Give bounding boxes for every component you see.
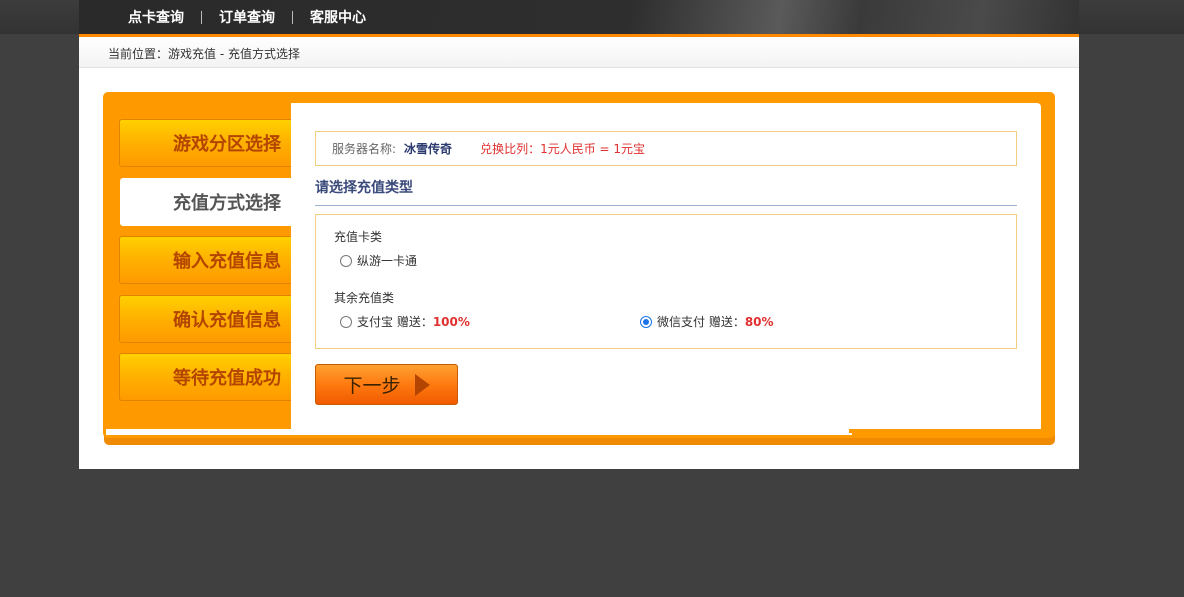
radio-button-checked[interactable] xyxy=(640,315,652,328)
bonus-value: 100% xyxy=(432,314,470,329)
step-tab-enter-info[interactable]: 输入充值信息 xyxy=(119,236,291,284)
step-tab-select-method[interactable]: 充值方式选择 xyxy=(120,178,291,226)
play-arrow-icon xyxy=(414,373,430,396)
nav-card-query[interactable]: 点卡查询 xyxy=(128,7,184,27)
option-label: 纵游一卡通 xyxy=(357,254,418,268)
next-step-button[interactable]: 下一步 xyxy=(315,364,458,405)
recharge-form: 服务器名称: 冰雪传奇 兑换比列：1元人民币 = 1元宝 请选择充值类型 充值卡… xyxy=(291,103,1041,433)
option-zongyou-card[interactable]: 纵游一卡通 xyxy=(340,252,417,269)
panel-bottom-right-strip xyxy=(849,429,1041,433)
breadcrumb-bar: 当前位置：游戏充值 - 充值方式选择 xyxy=(79,37,1079,68)
next-step-label: 下一步 xyxy=(343,375,401,397)
server-name: 冰雪传奇 xyxy=(404,142,453,156)
nav-divider xyxy=(201,10,202,24)
exchange-rate: 兑换比列：1元人民币 = 1元宝 xyxy=(480,142,646,156)
main-page: 当前位置：游戏充值 - 充值方式选择 游戏分区选择 充值方式选择 输入充值信息 … xyxy=(79,37,1079,469)
server-info-box: 服务器名称: 冰雪传奇 兑换比列：1元人民币 = 1元宝 xyxy=(315,131,1017,166)
step-tab-select-zone[interactable]: 游戏分区选择 xyxy=(119,119,291,167)
top-bar: 点卡查询 订单查询 客服中心 xyxy=(0,0,1184,34)
other-group-label: 其余充值类 xyxy=(334,291,395,305)
step-tab-confirm-info[interactable]: 确认充值信息 xyxy=(119,295,291,343)
top-nav: 点卡查询 订单查询 客服中心 xyxy=(128,0,366,34)
section-title: 请选择充值类型 xyxy=(315,177,1017,206)
option-wechat-pay[interactable]: 微信支付 赠送： 80% xyxy=(640,313,774,330)
option-alipay[interactable]: 支付宝 赠送： 100% xyxy=(340,313,470,330)
step-tab-wait-success[interactable]: 等待充值成功 xyxy=(119,353,291,401)
nav-customer-service[interactable]: 客服中心 xyxy=(310,7,366,27)
nav-order-query[interactable]: 订单查询 xyxy=(219,7,275,27)
radio-button[interactable] xyxy=(340,315,352,328)
card-group-label: 充值卡类 xyxy=(334,230,383,244)
radio-button[interactable] xyxy=(340,254,352,267)
option-label: 支付宝 赠送： xyxy=(357,315,433,329)
server-label: 服务器名称: xyxy=(332,142,397,156)
nav-divider xyxy=(292,10,293,24)
recharge-type-options: 充值卡类 纵游一卡通 其余充值类 支付宝 赠送： 100% 微信支付 赠送： 8… xyxy=(315,214,1017,349)
bonus-value: 80% xyxy=(744,314,774,329)
breadcrumb: 当前位置：游戏充值 - 充值方式选择 xyxy=(108,47,300,61)
option-label: 微信支付 赠送： xyxy=(657,315,745,329)
